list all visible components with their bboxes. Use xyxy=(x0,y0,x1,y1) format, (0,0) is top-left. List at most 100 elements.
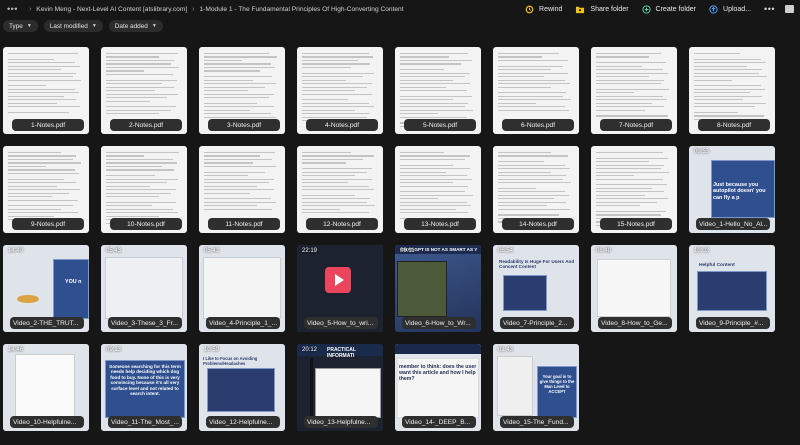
thumb-header xyxy=(395,344,481,354)
file-tile[interactable]: 2-Notes.pdf xyxy=(101,47,187,134)
video-tile[interactable]: 22:19 Video_5-How_to_wri... xyxy=(297,245,383,332)
file-tile[interactable]: 9-Notes.pdf xyxy=(3,146,89,233)
file-tile[interactable]: 12-Notes.pdf xyxy=(297,146,383,233)
pdf-text-line xyxy=(498,178,563,180)
file-name: Video_2-THE_TRUT... xyxy=(10,317,84,329)
pdf-text-line xyxy=(302,86,368,88)
breadcrumb-item[interactable]: Kevin Meng - Next-Level AI Content [atsl… xyxy=(36,6,187,13)
pdf-text-line xyxy=(596,168,661,170)
pdf-text-line xyxy=(204,76,273,78)
breadcrumb-item-current[interactable]: 1-Module 1 - The Fundamental Principles … xyxy=(200,6,404,13)
file-tile[interactable]: 5-Notes.pdf xyxy=(395,47,481,134)
pdf-text-line xyxy=(596,53,662,55)
video-tile[interactable]: Just because you autopilot doesn' you ca… xyxy=(689,146,775,233)
rewind-button[interactable]: Rewind xyxy=(525,5,562,14)
pdf-text-line xyxy=(498,59,568,62)
pdf-text-line xyxy=(106,152,179,154)
pdf-text-line xyxy=(694,69,763,71)
more-options-button[interactable]: ••• xyxy=(764,4,775,14)
pdf-text-line xyxy=(106,90,156,92)
pdf-text-line xyxy=(400,59,473,62)
pdf-text-line xyxy=(106,70,144,72)
pdf-text-line xyxy=(8,165,46,168)
pdf-text-line xyxy=(498,191,565,193)
file-tile[interactable]: 3-Notes.pdf xyxy=(199,47,285,134)
file-tile[interactable]: 4-Notes.pdf xyxy=(297,47,383,134)
filter-bar: Type ▼ Last modified ▼ Date added ▼ xyxy=(0,18,169,34)
pdf-text-line xyxy=(106,196,160,198)
filter-date-added[interactable]: Date added ▼ xyxy=(108,20,163,32)
pdf-text-line xyxy=(498,79,565,81)
video-tile[interactable]: PRACTICAL INFORMATI 20:12 Video_13-Helpf… xyxy=(297,344,383,431)
file-tile[interactable]: 13-Notes.pdf xyxy=(395,146,481,233)
video-tile[interactable]: 06:48 Video_8-How_to_Ge... xyxy=(591,245,677,332)
pdf-text-line xyxy=(204,70,261,72)
pdf-text-line xyxy=(106,59,175,62)
pdf-text-line xyxy=(400,191,465,193)
pdf-text-line xyxy=(8,76,73,78)
file-tile[interactable]: 1-Notes.pdf xyxy=(3,47,89,134)
pdf-text-line xyxy=(8,102,58,104)
video-tile[interactable]: CHAT-GPT IS NOT AS SMART AS Y 09:11 Vide… xyxy=(395,245,481,332)
pdf-text-line xyxy=(8,185,58,187)
pdf-text-line xyxy=(8,199,78,201)
create-folder-button[interactable]: Create folder xyxy=(641,4,697,14)
filter-type[interactable]: Type ▼ xyxy=(3,20,38,32)
pdf-text-line xyxy=(596,106,665,108)
thumb-text: Just because you autopilot doesn' you ca… xyxy=(713,182,766,201)
file-name: 10-Notes.pdf xyxy=(110,218,182,230)
pdf-text-line xyxy=(106,155,144,157)
file-tile[interactable]: 15-Notes.pdf xyxy=(591,146,677,233)
pdf-text-line xyxy=(400,116,467,118)
video-tile[interactable]: 05:43 Video_3-These_3_Fr... xyxy=(101,245,187,332)
pdf-text-line xyxy=(204,86,265,88)
video-tile[interactable]: 05:43 Video_4-Principle_1_... xyxy=(199,245,285,332)
pdf-text-line xyxy=(400,109,473,111)
pdf-text-line xyxy=(204,90,249,92)
pdf-text-line xyxy=(204,83,277,85)
share-folder-button[interactable]: Share folder xyxy=(575,5,629,14)
pdf-text-line xyxy=(400,83,470,85)
more-breadcrumb-button[interactable]: ••• xyxy=(7,4,18,14)
video-tile[interactable]: 14:46 Video_10-Helpfulne... xyxy=(3,344,89,431)
image-view-icon[interactable] xyxy=(785,5,794,13)
video-tile[interactable]: I Like to Focus on Avoiding Problems/Hea… xyxy=(199,344,285,431)
pdf-text-line xyxy=(400,164,454,166)
pdf-text-line xyxy=(8,158,73,161)
file-tile[interactable]: 11-Notes.pdf xyxy=(199,146,285,233)
video-tile[interactable]: Helpful Content 10:03 Video_9-Principle_… xyxy=(689,245,775,332)
create-folder-label: Create folder xyxy=(655,5,697,13)
file-grid: 1-Notes.pdf 2-Notes.pdf 3-Notes.pdf 4-No… xyxy=(3,47,789,431)
thumb-text: PRACTICAL INFORMATI xyxy=(327,347,356,360)
video-tile[interactable]: Your goal is to give things to the Man L… xyxy=(493,344,579,431)
file-tile[interactable]: 10-Notes.pdf xyxy=(101,146,187,233)
pdf-text-line xyxy=(400,53,469,55)
file-tile[interactable]: 8-Notes.pdf xyxy=(689,47,775,134)
pdf-text-line xyxy=(694,62,767,64)
pdf-text-line xyxy=(204,162,254,164)
pdf-text-line xyxy=(596,210,666,213)
video-tile[interactable]: YOU n 14:40 Video_2-THE_TRUT... xyxy=(3,245,89,332)
file-tile[interactable]: 14-Notes.pdf xyxy=(493,146,579,233)
upload-button[interactable]: Upload... xyxy=(709,4,752,14)
pdf-text-line xyxy=(498,109,569,111)
file-tile[interactable]: 6-Notes.pdf xyxy=(493,47,579,134)
pdf-text-line xyxy=(498,155,568,157)
pdf-text-line xyxy=(8,58,54,60)
pdf-text-line xyxy=(498,198,555,200)
pdf-text-line xyxy=(8,162,81,164)
filter-last-modified[interactable]: Last modified ▼ xyxy=(43,20,103,32)
video-tile[interactable]: Readability Is Huge For Users And Concen… xyxy=(493,245,579,332)
pdf-text-line xyxy=(302,208,340,210)
file-tile[interactable]: 7-Notes.pdf xyxy=(591,47,677,134)
pdf-text-line xyxy=(302,66,352,69)
pdf-text-line xyxy=(596,65,642,67)
pdf-text-line xyxy=(106,158,173,161)
upload-label: Upload... xyxy=(723,5,752,13)
pdf-text-line xyxy=(8,212,78,214)
pdf-text-line xyxy=(106,79,177,81)
video-tile[interactable]: member to think: does the user want this… xyxy=(395,344,481,431)
pdf-text-line xyxy=(400,182,454,184)
pdf-text-line xyxy=(8,178,65,180)
video-tile[interactable]: Someone searching for this term needs he… xyxy=(101,344,187,431)
